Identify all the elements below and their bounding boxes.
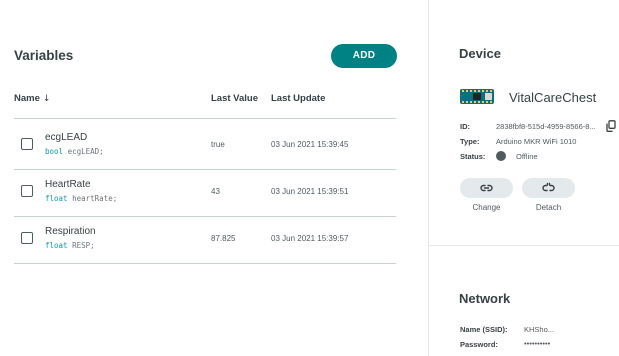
detach-label: Detach: [535, 203, 562, 212]
variable-last-update: 03 Jun 2021 15:39:57: [271, 234, 349, 243]
row-checkbox[interactable]: [21, 185, 33, 197]
table-row[interactable]: ecgLEAD bool ecgLEAD; true 03 Jun 2021 1…: [14, 122, 396, 169]
variable-decl-name: ecgLEAD;: [67, 147, 104, 156]
device-id-value: 2838fbf8-515d-4959-8566-8...: [496, 122, 596, 131]
device-id-label: ID:: [460, 122, 470, 131]
ssid-value: KHSho...: [524, 325, 555, 334]
status-indicator: [496, 151, 506, 161]
section-divider: [429, 245, 619, 246]
change-device-button[interactable]: [460, 178, 513, 198]
variable-type: bool: [45, 147, 64, 156]
column-header-last-update: Last Update: [271, 93, 326, 104]
add-variable-button[interactable]: ADD: [331, 44, 397, 68]
table-divider: [14, 263, 396, 264]
device-status-label: Status:: [460, 152, 486, 161]
password-label: Password:: [460, 340, 498, 349]
detach-device-button[interactable]: [522, 178, 575, 198]
variable-declaration: float heartRate;: [45, 194, 117, 203]
variable-last-value: 87.825: [211, 234, 236, 243]
network-title: Network: [459, 291, 511, 306]
variable-last-update: 03 Jun 2021 15:39:51: [271, 187, 349, 196]
device-panel: Device VitalCareChest ID: 2838fbf8-515d-…: [429, 0, 619, 356]
password-value: ••••••••••: [524, 339, 551, 348]
table-row[interactable]: Respiration float RESP; 87.825 03 Jun 20…: [14, 216, 396, 263]
column-header-last-value: Last Value: [211, 93, 258, 104]
variables-panel: Variables ADD Name ↓ Last Value Last Upda…: [0, 0, 428, 356]
row-checkbox[interactable]: [21, 138, 33, 150]
unlink-icon: [542, 182, 555, 192]
variable-last-value: true: [211, 140, 225, 149]
ssid-label: Name (SSID):: [460, 325, 508, 334]
column-header-name[interactable]: Name ↓: [14, 93, 50, 104]
column-name-label: Name: [14, 93, 40, 104]
variable-last-update: 03 Jun 2021 15:39:45: [271, 140, 349, 149]
table-row[interactable]: HeartRate float heartRate; 43 03 Jun 202…: [14, 169, 396, 216]
variable-name: ecgLEAD: [45, 132, 88, 143]
variable-declaration: bool ecgLEAD;: [45, 147, 104, 156]
device-status-value: Offline: [516, 152, 538, 161]
variable-name: Respiration: [45, 226, 96, 237]
device-type-label: Type:: [460, 137, 480, 146]
copy-icon[interactable]: [606, 120, 616, 132]
variable-type: float: [45, 241, 68, 250]
variable-name: HeartRate: [45, 179, 91, 190]
device-title: Device: [459, 46, 501, 61]
table-divider: [14, 118, 396, 119]
change-label: Change: [472, 203, 501, 212]
device-type-value: Arduino MKR WiFi 1010: [496, 137, 577, 146]
variable-declaration: float RESP;: [45, 241, 95, 250]
device-name: VitalCareChest: [509, 90, 597, 105]
variable-last-value: 43: [211, 187, 220, 196]
variables-title: Variables: [14, 48, 74, 63]
sort-arrow-icon: ↓: [42, 94, 51, 104]
board-icon: [460, 89, 494, 104]
variable-decl-name: RESP;: [72, 241, 95, 250]
variable-type: float: [45, 194, 68, 203]
row-checkbox[interactable]: [21, 232, 33, 244]
link-icon: [480, 184, 493, 192]
variable-decl-name: heartRate;: [72, 194, 118, 203]
